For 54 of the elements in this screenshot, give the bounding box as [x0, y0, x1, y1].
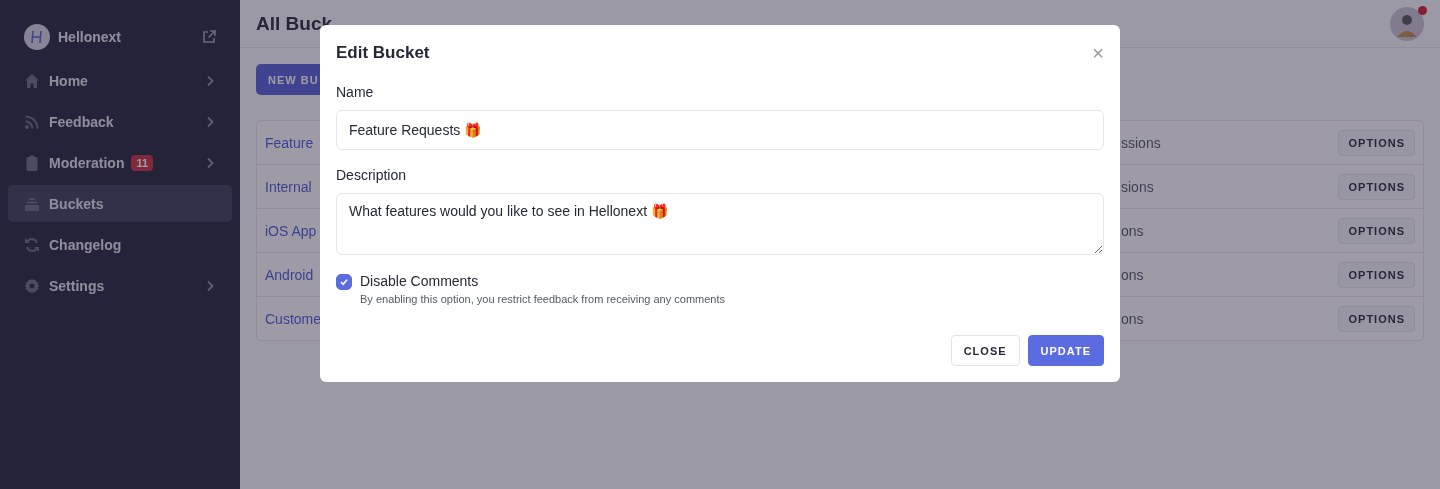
refresh-icon	[24, 236, 40, 253]
close-button[interactable]: ×	[1092, 43, 1104, 63]
chevron-right-icon	[206, 156, 214, 169]
options-button[interactable]: OPTIONS	[1338, 129, 1415, 156]
nav-label: Changelog	[49, 236, 122, 253]
table-cell: ons	[1121, 222, 1144, 239]
table-cell: ssions	[1121, 134, 1161, 151]
nav-label: Moderation	[49, 154, 125, 171]
name-field[interactable]: Feature Requests 🎁	[336, 110, 1104, 150]
bucket-link[interactable]: Feature	[265, 134, 314, 151]
external-link-icon	[202, 30, 216, 44]
nav-item[interactable]: Home	[8, 62, 232, 99]
clipboard-icon	[24, 154, 40, 171]
options-button[interactable]: OPTIONS	[1338, 305, 1415, 332]
bucket-link[interactable]: Android	[265, 266, 314, 283]
count-badge: 11	[131, 154, 154, 171]
table-cell: sions	[1121, 178, 1154, 195]
update-button[interactable]: UPDATE	[1027, 335, 1104, 366]
description-field[interactable]: What features would you like to see in Hellonext 🎁	[336, 193, 1104, 255]
options-button[interactable]: OPTIONS	[1338, 217, 1415, 244]
table-cell: ons	[1121, 266, 1144, 283]
nav-item[interactable]: Settings	[8, 267, 232, 304]
nav-item[interactable]: Feedback	[8, 103, 232, 140]
field-label: Description	[336, 167, 408, 183]
brand-name: Hellonext	[58, 29, 122, 45]
nav-label: Buckets	[49, 195, 104, 212]
options-button[interactable]: OPTIONS	[1338, 261, 1415, 288]
bucket-link[interactable]: Custome	[265, 310, 322, 327]
nav-label: Feedback	[49, 113, 114, 130]
logo-icon	[24, 24, 50, 50]
home-icon	[24, 72, 40, 89]
close-button[interactable]: CLOSE	[950, 335, 1020, 366]
rss-icon	[24, 113, 40, 130]
check-icon	[339, 277, 349, 287]
table-cell: ons	[1121, 310, 1144, 327]
nav-item[interactable]: Buckets	[8, 185, 232, 222]
chevron-right-icon	[206, 115, 214, 128]
field-label: Name	[336, 84, 375, 100]
bucket-link[interactable]: iOS App	[265, 222, 317, 239]
stack-icon	[24, 195, 40, 212]
nav-item[interactable]: Changelog	[8, 226, 232, 263]
settings-icon	[24, 277, 40, 294]
nav-label: Home	[49, 72, 88, 89]
bucket-link[interactable]: Internal	[265, 178, 312, 195]
chevron-right-icon	[206, 279, 214, 292]
checkbox[interactable]	[336, 274, 352, 290]
chevron-right-icon	[206, 74, 214, 87]
nav-label: Settings	[49, 277, 105, 294]
options-button[interactable]: OPTIONS	[1338, 173, 1415, 200]
checkbox-label: Disable Comments	[360, 273, 480, 289]
dialog-title: Edit Bucket	[336, 43, 430, 63]
avatar-icon	[1390, 6, 1424, 41]
nav-item[interactable]: Moderation 11	[8, 144, 232, 181]
hint-text: By enabling this option, you restrict feedback from receiving any comments	[360, 293, 725, 305]
